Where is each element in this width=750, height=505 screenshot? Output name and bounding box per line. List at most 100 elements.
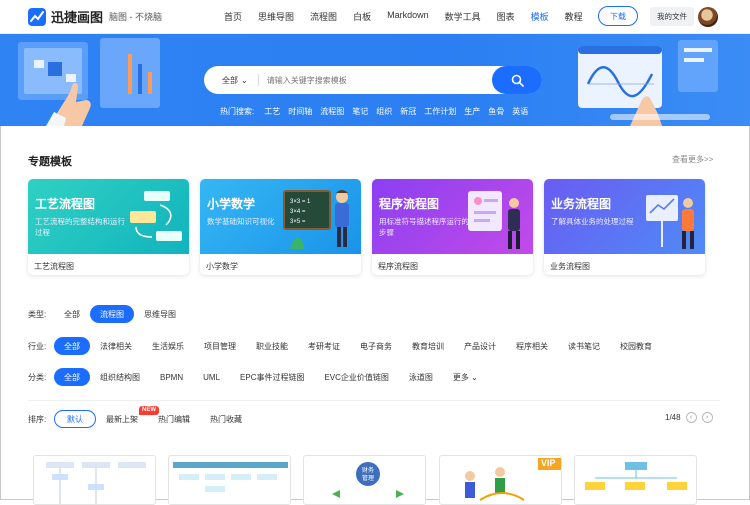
- topic-card-process[interactable]: 工艺流程图 工艺流程的完整结构和运行过程 工艺流程图: [28, 179, 189, 275]
- pagination: 1/48 ‹ ›: [665, 412, 713, 423]
- next-page-icon[interactable]: ›: [701, 412, 713, 423]
- filter-type-all[interactable]: 全部: [54, 305, 90, 323]
- svg-text:3×4 =: 3×4 =: [290, 209, 306, 215]
- hot-tag[interactable]: 工作计划: [424, 106, 456, 117]
- filter-industry-option[interactable]: 生活娱乐: [142, 337, 194, 355]
- filter-category-more[interactable]: 更多 ⌄: [443, 368, 488, 386]
- filter-industry-option[interactable]: 教育培训: [402, 337, 454, 355]
- card-title: 工艺流程图: [35, 197, 96, 211]
- search-input[interactable]: [266, 75, 477, 85]
- logo[interactable]: 迅捷画图 脑图 - 不烧脑: [28, 7, 162, 26]
- card-description: 了解具体业务的处理过程: [551, 217, 634, 226]
- filter-category-option[interactable]: BPMN: [150, 368, 193, 386]
- vip-badge: VIP: [541, 458, 556, 468]
- filter-industry-option[interactable]: 读书笔记: [558, 337, 610, 355]
- hot-tag[interactable]: 组织: [376, 106, 392, 117]
- card-title: 程序流程图: [379, 197, 440, 211]
- topic-card-business[interactable]: 业务流程图 了解具体业务的处理过程 业务流程图: [544, 179, 705, 275]
- new-badge: NEW: [139, 406, 159, 415]
- filter-category-option[interactable]: EPC事件过程链图: [230, 368, 314, 386]
- process-illustration: [130, 191, 182, 241]
- brand-name: 迅捷画图: [51, 10, 104, 25]
- card-caption: 小学数学: [206, 262, 238, 271]
- filter-category-option[interactable]: 泳道图: [399, 368, 443, 386]
- prev-page-icon[interactable]: ‹: [685, 412, 697, 423]
- filter-industry-option[interactable]: 法律相关: [90, 337, 142, 355]
- sort-label: 排序:: [28, 414, 47, 424]
- template-thumbnail[interactable]: [168, 455, 291, 505]
- filter-industry-option[interactable]: 校园教育: [610, 337, 662, 355]
- sort-default-button[interactable]: 默认: [54, 410, 96, 428]
- hot-search: 热门搜索: 工艺 时间轴 流程图 笔记 组织 新冠 工作计划 生产 鱼骨 英语: [220, 106, 528, 117]
- flowchart-thumbnail-graphic: [173, 462, 288, 492]
- menu-item-flowchart[interactable]: 流程图: [302, 10, 345, 23]
- card-description: 工艺流程的完整结构和运行过程: [35, 217, 125, 237]
- template-thumbnail[interactable]: [574, 455, 697, 505]
- card-caption: 业务流程图: [550, 262, 590, 271]
- divider: [28, 400, 720, 401]
- menu-item-tutorials[interactable]: 教程: [557, 10, 591, 23]
- card-description: 数学基础知识可视化: [207, 217, 275, 226]
- business-illustration: [646, 195, 694, 249]
- card-caption: 程序流程图: [378, 262, 418, 271]
- hot-tag[interactable]: 生产: [464, 106, 480, 117]
- filter-category-option[interactable]: EVC企业价值链图: [314, 368, 398, 386]
- filter-industry-option[interactable]: 考研考证: [298, 337, 350, 355]
- filter-category-label: 分类:: [28, 372, 47, 382]
- menu-item-mindmap[interactable]: 思维导图: [250, 10, 302, 23]
- menu-item-charts[interactable]: 图表: [489, 10, 523, 23]
- menu-item-math-tools[interactable]: 数学工具: [437, 10, 489, 23]
- view-more-link[interactable]: 查看更多>>: [672, 154, 713, 165]
- menu-item-templates[interactable]: 模板: [523, 10, 557, 23]
- menu-item-whiteboard[interactable]: 白板: [345, 10, 379, 23]
- banner-illustration-right: [578, 40, 718, 126]
- flowchart-thumbnail-graphic: [46, 462, 146, 504]
- hot-tag[interactable]: 英语: [512, 106, 528, 117]
- filter-industry-option[interactable]: 职业技能: [246, 337, 298, 355]
- filter-category-option[interactable]: UML: [193, 368, 230, 386]
- card-title: 小学数学: [207, 197, 256, 211]
- hot-tag[interactable]: 工艺: [264, 106, 280, 117]
- template-thumbnail[interactable]: VIP: [439, 455, 562, 505]
- section-title: 专题模板: [28, 156, 72, 168]
- chevron-down-icon: ⌄: [471, 372, 478, 382]
- filter-industry-option[interactable]: 项目管理: [194, 337, 246, 355]
- template-thumbnail[interactable]: [33, 455, 156, 505]
- card-title: 业务流程图: [551, 197, 612, 211]
- search-category-select[interactable]: 全部 ⌄: [222, 75, 248, 86]
- filter-type-mindmap[interactable]: 思维导图: [134, 305, 186, 323]
- hot-tag[interactable]: 笔记: [352, 106, 368, 117]
- card-caption: 工艺流程图: [34, 262, 74, 271]
- filter-industry: 行业: 全部 法律相关 生活娱乐 项目管理 职业技能 考研考证 电子商务 教育培…: [28, 337, 662, 355]
- avatar[interactable]: [698, 7, 718, 27]
- filter-category-all[interactable]: 全部: [54, 368, 90, 386]
- search-divider: [257, 74, 259, 86]
- hot-tag[interactable]: 流程图: [320, 106, 344, 117]
- menu-item-home[interactable]: 首页: [216, 10, 250, 23]
- logo-icon: [28, 7, 46, 26]
- topic-card-math[interactable]: 3×3 = 1 3×4 = 3×5 = 小学数学 数学基础知识可视化 小学数学: [200, 179, 361, 275]
- finance-label-2: 管理: [362, 474, 374, 482]
- hot-search-title: 热门搜索:: [220, 107, 255, 116]
- topic-card-program[interactable]: 程序流程图 用标准符号描述程序运行的步骤 程序流程图: [372, 179, 533, 275]
- filter-industry-option[interactable]: 产品设计: [454, 337, 506, 355]
- finance-thumbnail-graphic: 财务 管理: [332, 462, 404, 498]
- download-button[interactable]: 下载: [598, 6, 638, 26]
- hot-tag[interactable]: 时间轴: [288, 106, 312, 117]
- filter-category-option[interactable]: 组织结构图: [90, 368, 150, 386]
- search-button[interactable]: [492, 66, 542, 94]
- hot-tag[interactable]: 新冠: [400, 106, 416, 117]
- filter-type-flowchart[interactable]: 流程图: [90, 305, 134, 323]
- my-files-button[interactable]: 我的文件: [650, 7, 694, 26]
- page-indicator: 1/48: [665, 413, 681, 422]
- filter-industry-option[interactable]: 电子商务: [350, 337, 402, 355]
- filter-industry-option[interactable]: 程序相关: [506, 337, 558, 355]
- card-description: 用标准符号描述程序运行的步骤: [379, 217, 469, 237]
- sort-hot-favorite[interactable]: 热门收藏: [200, 410, 252, 428]
- menu-item-markdown[interactable]: Markdown: [379, 10, 437, 23]
- filter-industry-all[interactable]: 全部: [54, 337, 90, 355]
- template-thumbnail[interactable]: 财务 管理: [303, 455, 426, 505]
- hot-tag[interactable]: 鱼骨: [488, 106, 504, 117]
- program-illustration: [468, 191, 520, 249]
- filter-type-label: 类型:: [28, 309, 47, 319]
